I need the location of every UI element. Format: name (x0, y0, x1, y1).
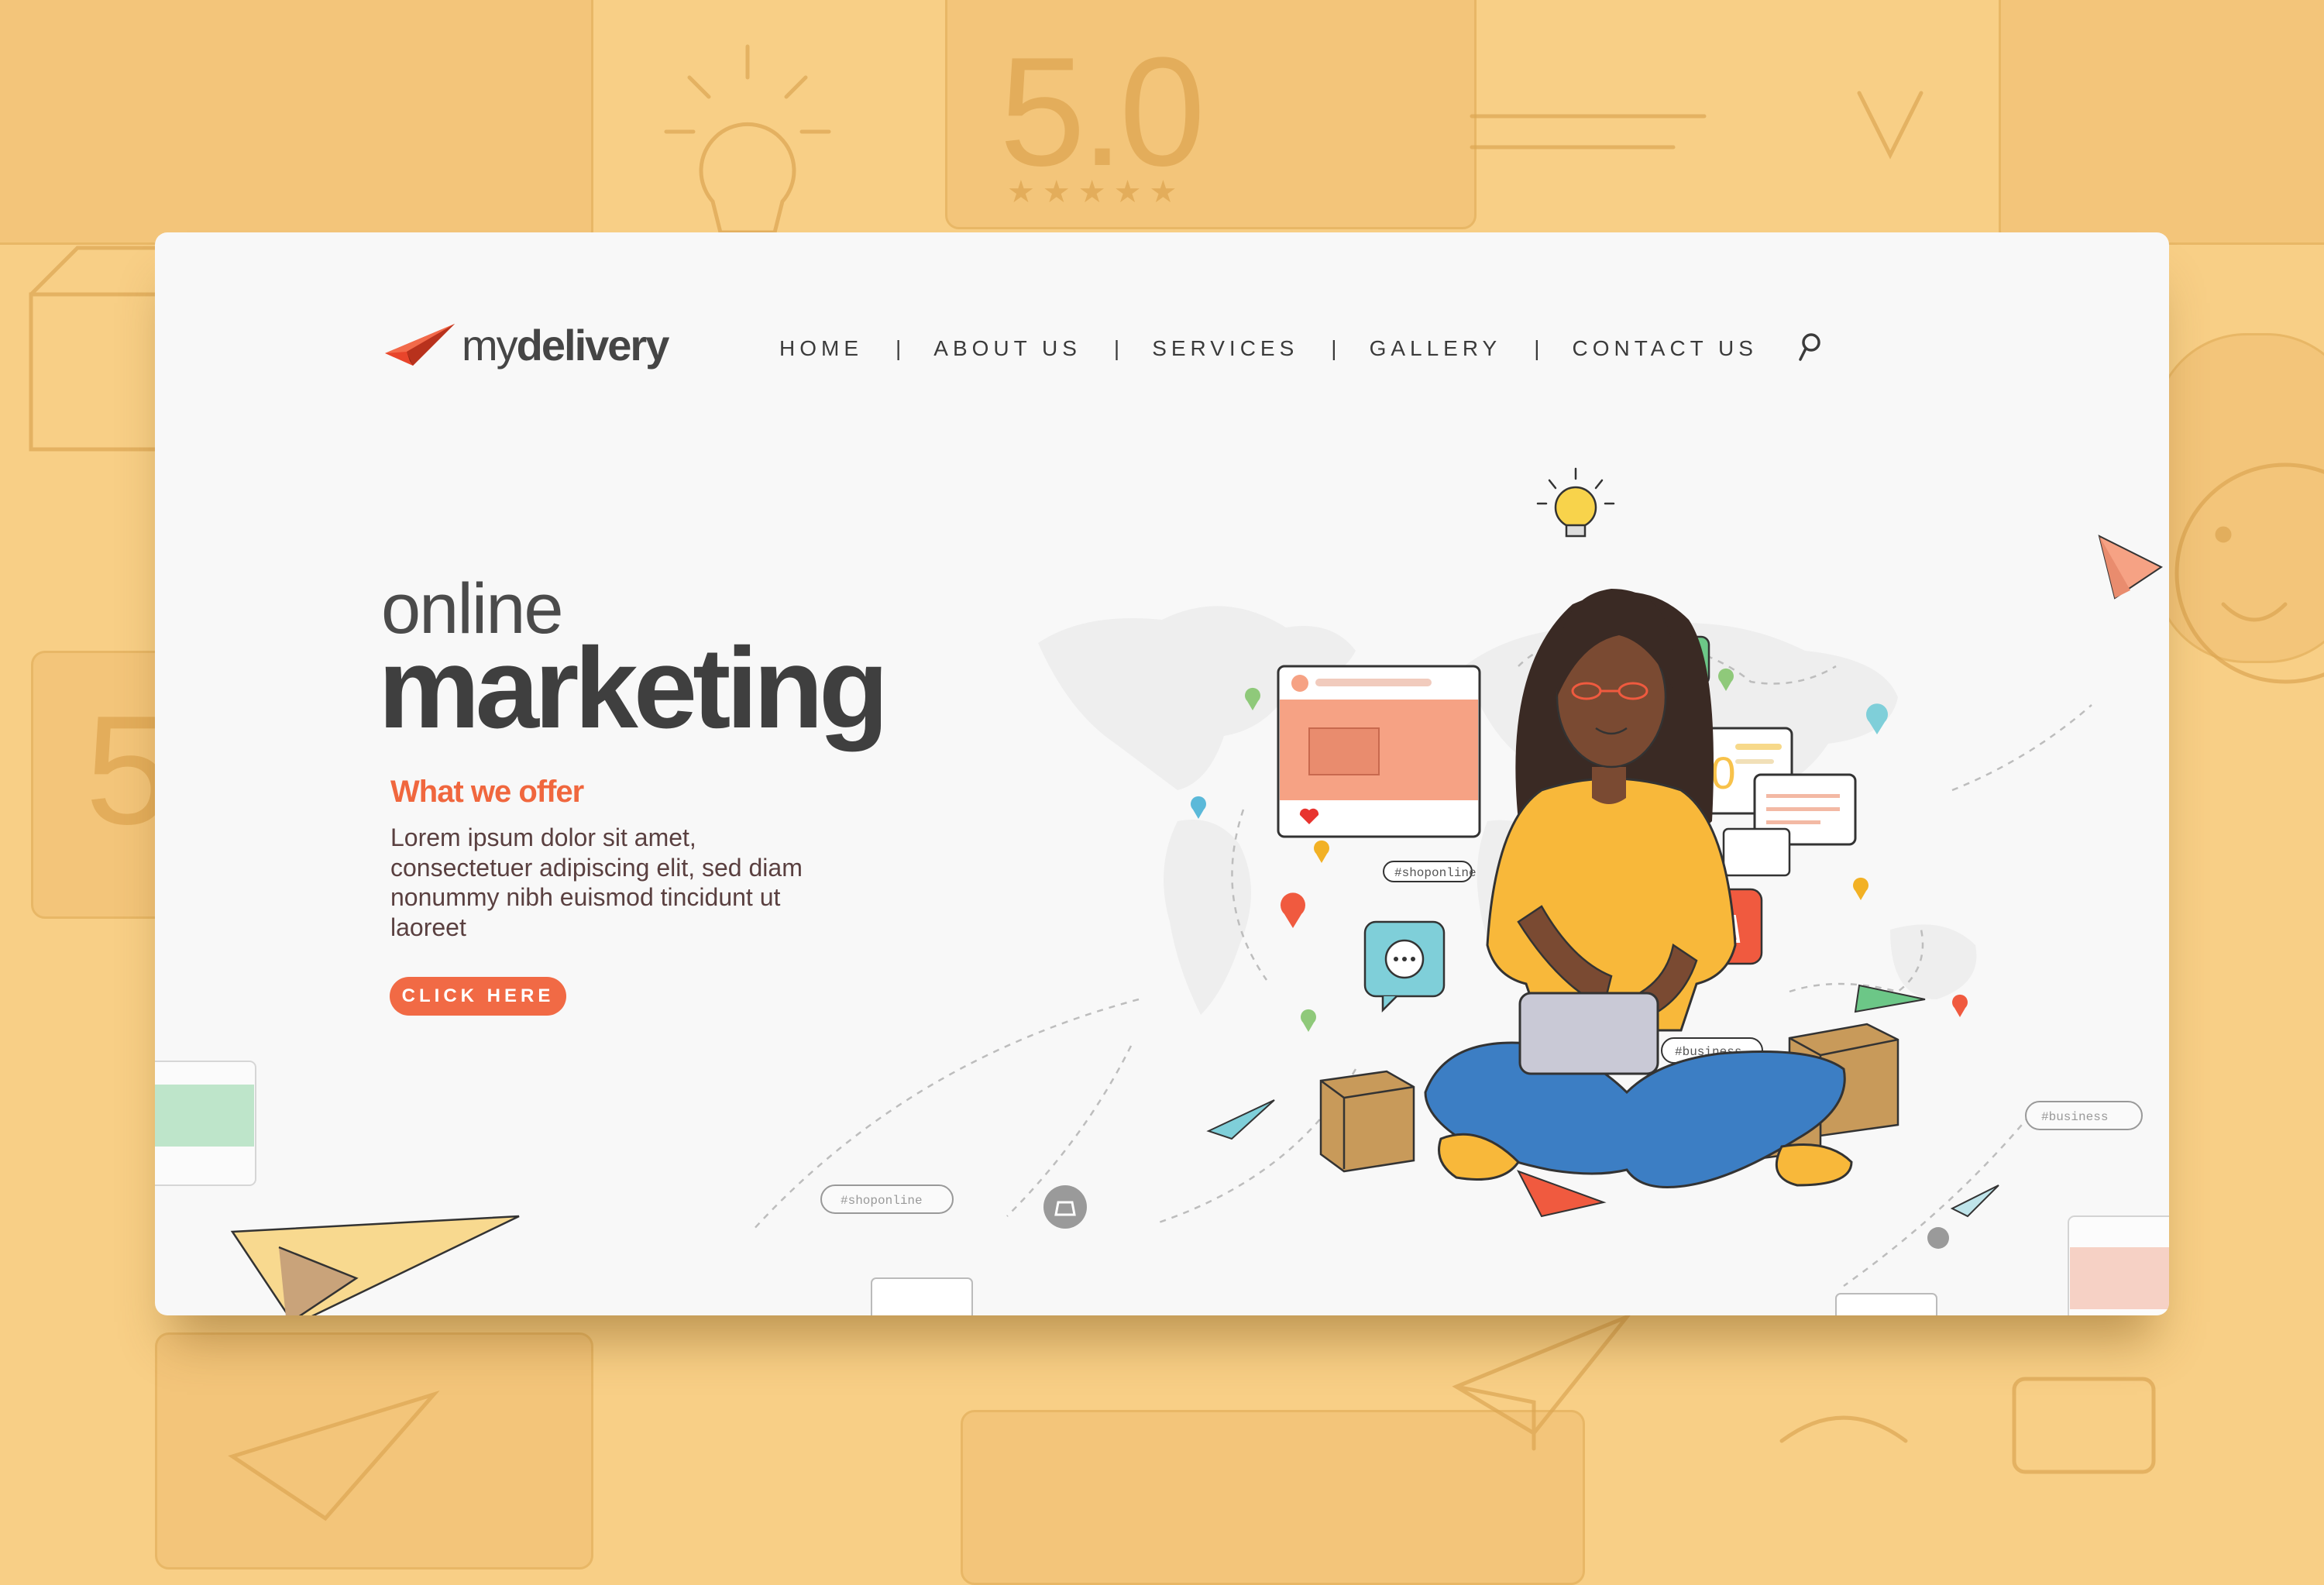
pin-icon (1853, 877, 1868, 900)
paper-plane-icon (1206, 1099, 1275, 1140)
pin-icon (1952, 994, 1968, 1017)
landing-card: mydelivery HOME | ABOUT US | SERVICES | … (155, 232, 2169, 1315)
tag-shoponline-1: #shoponline (1383, 861, 1477, 882)
lightbulb-icon (1536, 467, 1615, 538)
chat-bubble-icon (1363, 920, 1446, 1013)
paper-plane-icon (2098, 535, 2163, 600)
svg-text:#business: #business (2041, 1110, 2108, 1124)
tag-business-2: #business (2025, 1101, 2143, 1130)
pin-icon (1281, 892, 1306, 928)
bag-circle-icon (1043, 1185, 1087, 1229)
cardboard-box (1319, 1070, 1415, 1173)
tablet-screen (1518, 992, 1659, 1075)
faded-card (871, 1277, 973, 1315)
faded-card (1835, 1293, 1937, 1315)
hero-illustration: 5.0 ★★★★ $ (155, 467, 2169, 1315)
paper-plane-icon (1516, 1170, 1607, 1218)
faded-window-right (2068, 1215, 2169, 1315)
tag-shoponline-2: #shoponline (820, 1184, 954, 1214)
browser-window-card (1277, 665, 1481, 838)
faded-window-left (155, 1061, 256, 1186)
pin-icon (1191, 796, 1206, 819)
svg-text:#shoponline: #shoponline (1394, 866, 1477, 880)
pin-icon (1314, 840, 1330, 863)
paper-plane-icon (230, 1215, 520, 1315)
bag-circle-icon (1927, 1227, 1949, 1249)
svg-text:#shoponline: #shoponline (841, 1194, 923, 1208)
pin-icon (1300, 1009, 1316, 1032)
